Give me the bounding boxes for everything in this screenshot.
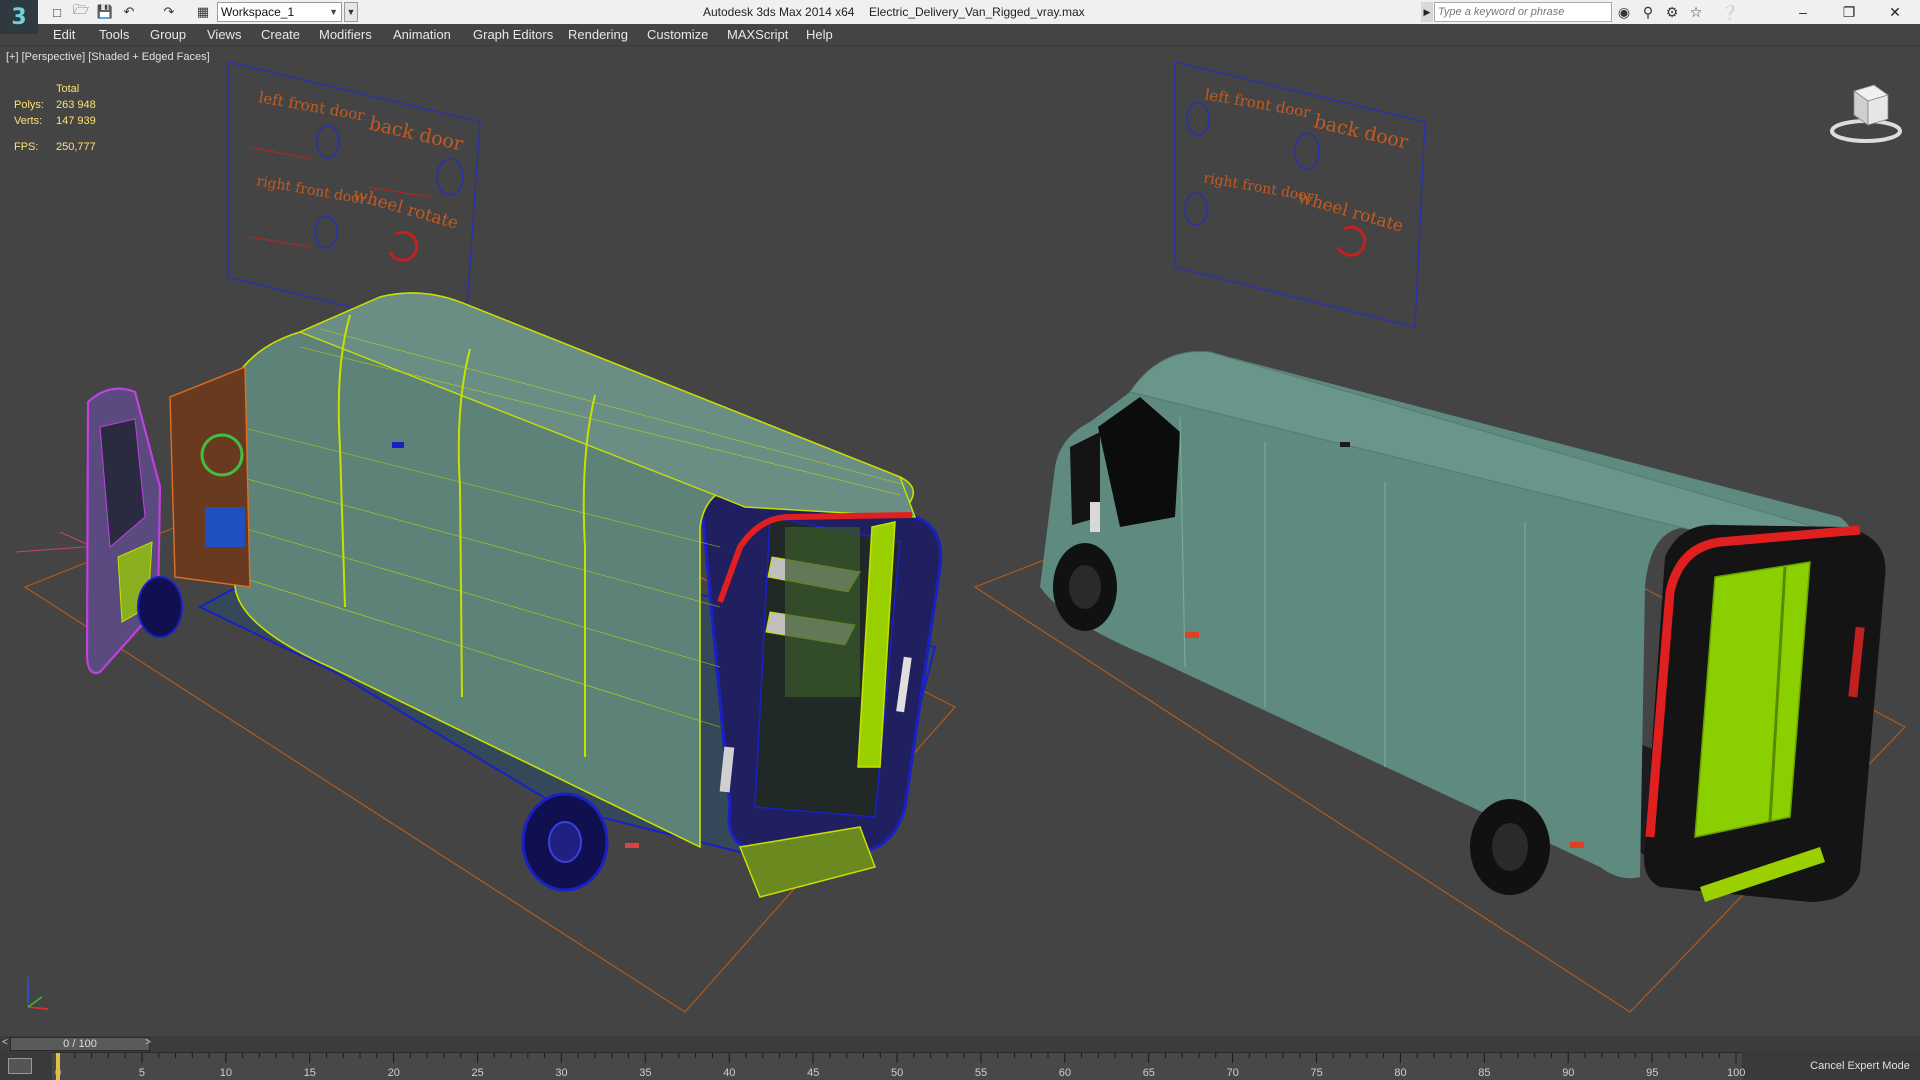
menu-rendering[interactable]: Rendering [568,27,628,42]
title-bar: 3 □ 🗁 💾 ↶ ↷ ▦ Workspace_1 ▼ ▼ Autodesk 3… [0,0,1920,34]
left-rig-panel: left front door back door right front do… [227,61,481,336]
timeline-tick-label: 95 [1646,1067,1659,1079]
file-title: Electric_Delivery_Van_Rigged_vray.max [869,5,1085,19]
open-file-icon[interactable]: 🗁 [72,2,90,21]
maximize-button[interactable]: ❐ [1826,0,1872,24]
timeline-tick-label: 30 [555,1067,568,1079]
app-logo[interactable]: 3 [0,0,38,34]
menu-graph-editors[interactable]: Graph Editors [473,27,553,42]
favorites-star-icon[interactable]: ☆ [1686,3,1706,21]
scene-render: left front door back door right front do… [14,61,1906,1013]
communication-center-icon[interactable]: ⚲ [1638,3,1658,21]
timeline-tick-label: 70 [1226,1067,1239,1079]
close-button[interactable]: ✕ [1872,0,1918,24]
right-rig-back-door: back door [1312,110,1411,153]
save-file-icon[interactable]: 💾 [96,3,114,21]
binoculars-icon[interactable]: ◉ [1614,3,1634,21]
help-icon[interactable]: ❔ [1720,3,1740,21]
left-rig-left-front-door: left front door [257,88,366,124]
right-van-shaded [1040,351,1886,902]
timeline-tick-label: 5 [138,1067,146,1079]
menu-animation[interactable]: Animation [393,27,451,42]
app-title: Autodesk 3ds Max 2014 x64 [703,5,855,19]
menu-modifiers[interactable]: Modifiers [319,27,372,42]
track-ruler[interactable]: 0510152025303540455055606570758085909510… [52,1052,1746,1080]
perspective-viewport[interactable]: [+] [Perspective] [Shaded + Edged Faces]… [0,47,1920,1032]
menu-tools[interactable]: Tools [99,27,129,42]
timeline-tick-label: 80 [1394,1067,1407,1079]
timeline-tick-label: 60 [1058,1067,1072,1079]
menu-help[interactable]: Help [806,27,833,42]
timeline-tick-label: 10 [219,1067,233,1079]
timeline-tick-label: 85 [1478,1067,1491,1079]
timeline-tick-label: 25 [471,1067,484,1079]
next-frame-button[interactable]: > [142,1037,154,1051]
left-rig-back-door: back door [367,112,466,155]
timeline-tick-label: 100 [1727,1067,1746,1079]
menu-create[interactable]: Create [261,27,300,42]
timeline-tick-label: 45 [807,1067,820,1079]
timeline-tick-label: 75 [1310,1067,1323,1079]
redo-icon[interactable]: ↷ [160,3,178,21]
timeline-tick-label: 20 [387,1067,400,1079]
menu-group[interactable]: Group [150,27,186,42]
menu-bar: Edit Tools Group Views Create Modifiers … [0,24,1920,46]
search-input[interactable]: Type a keyword or phrase [1434,2,1612,22]
current-frame-marker[interactable] [56,1053,60,1080]
time-slider[interactable]: 0 / 100 [10,1037,150,1051]
axis-tripod-icon [27,977,49,1010]
status-icon[interactable] [8,1058,32,1074]
new-file-icon[interactable]: □ [48,3,66,21]
timeline-tick-label: 15 [303,1067,316,1079]
workspace-value: Workspace_1 [221,5,295,19]
menu-edit[interactable]: Edit [53,27,75,42]
menu-customize[interactable]: Customize [647,27,708,42]
timeline-tick-label: 55 [974,1067,988,1079]
time-slider-bar: < 0 / 100 > [0,1036,1920,1052]
timeline-tick-label: 50 [891,1067,904,1079]
chevron-down-icon: ▼ [329,7,338,17]
search-expand-button[interactable]: ▶ [1421,2,1433,22]
track-bar[interactable]: 0510152025303540455055606570758085909510… [0,1052,1920,1080]
right-rig-panel: left front door back door right front do… [1174,61,1426,328]
right-rig-wheel-rotate: wheel rotate [1296,188,1406,237]
viewcube[interactable] [1828,79,1904,147]
workspace-more-button[interactable]: ▼ [344,2,358,22]
workspace-dropdown[interactable]: Workspace_1 ▼ [217,2,342,22]
project-folder-icon[interactable]: ▦ [194,3,212,21]
timeline-tick-label: 35 [639,1067,652,1079]
timeline-tick-label: 65 [1142,1067,1155,1079]
left-rig-wheel-rotate: wheel rotate [351,185,461,234]
cancel-expert-mode-button[interactable]: Cancel Expert Mode [1800,1052,1920,1080]
timeline-tick-label: 90 [1562,1067,1575,1079]
prev-frame-button[interactable]: < [0,1037,10,1051]
left-van-wireframe [85,292,943,898]
menu-views[interactable]: Views [207,27,241,42]
menu-maxscript[interactable]: MAXScript [727,27,788,42]
timeline-tick-label: 40 [723,1067,736,1079]
subscription-icon[interactable]: ⚙ [1662,3,1682,21]
undo-icon[interactable]: ↶ [120,3,138,21]
minimize-button[interactable]: – [1780,0,1826,24]
